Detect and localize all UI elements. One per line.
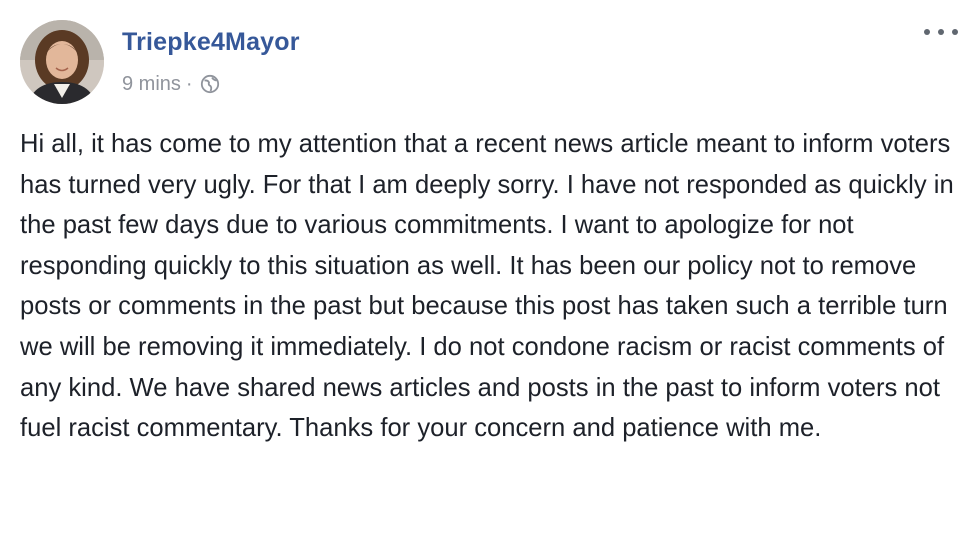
globe-icon[interactable] (200, 74, 220, 94)
facebook-post: Triepke4Mayor 9 mins · Hi all, it has co… (0, 0, 980, 543)
more-dot (924, 29, 930, 35)
post-meta: 9 mins · (122, 71, 220, 97)
post-message: Hi all, it has come to my attention that… (20, 130, 954, 443)
timestamp-link[interactable]: 9 mins (122, 73, 181, 96)
more-dot (938, 29, 944, 35)
avatar[interactable] (20, 20, 104, 104)
author-name-link[interactable]: Triepke4Mayor (122, 28, 300, 57)
profile-photo-icon (20, 20, 104, 104)
more-options-icon[interactable] (924, 22, 958, 42)
more-dot (952, 29, 958, 35)
meta-separator: · (185, 72, 193, 95)
